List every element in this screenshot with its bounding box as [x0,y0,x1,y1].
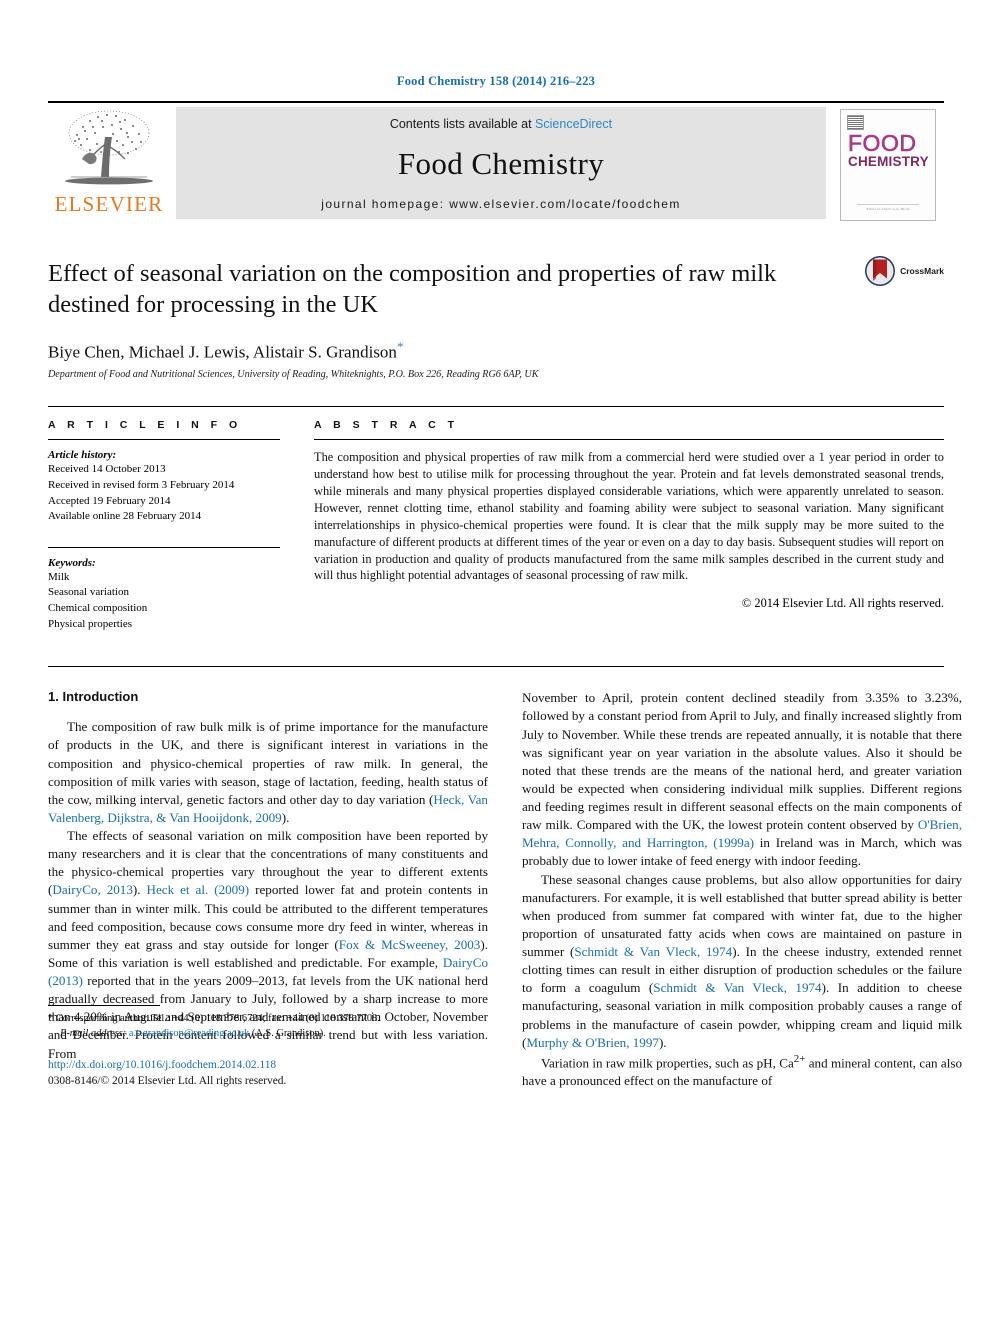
footnote-text: Corresponding author. Tel.: +44 (0) 118 … [55,1012,380,1024]
crossmark-badge[interactable]: CrossMark [864,255,944,287]
journal-homepage-link[interactable]: journal homepage: www.elsevier.com/locat… [321,197,681,211]
left-column: 1. Introduction The composition of raw b… [48,689,488,1090]
body-region: 1. Introduction The composition of raw b… [48,666,962,1090]
cover-stamp-icon [847,115,864,130]
citation-link[interactable]: Murphy & O'Brien, 1997 [526,1035,659,1050]
doi-block: http://dx.doi.org/10.1016/j.foodchem.201… [48,1058,488,1090]
body-paragraph: November to April, protein content decli… [522,689,962,870]
crossmark-icon [865,256,896,286]
footnote-zone: * Corresponding author. Tel.: +44 (0) 11… [48,1004,488,1090]
article-info-heading: A R T I C L E I N F O [48,419,242,432]
journal-masthead: ELSEVIER Contents lists available at Sci… [48,101,944,225]
body-paragraph: These seasonal changes cause problems, b… [522,871,962,1052]
corresponding-author-marker: * [396,338,404,354]
elsevier-wordmark: ELSEVIER [54,192,164,216]
paragraph-text: Variation in raw milk properties, such a… [541,1055,794,1071]
paragraph-text: The composition of raw bulk milk is of p… [48,719,488,807]
section-heading-introduction: 1. Introduction [48,689,139,705]
abstract-column: A B S T R A C T The composition and phys… [314,419,944,632]
history-online: Available online 28 February 2014 [48,510,202,523]
citation-link[interactable]: Heck et al. (2009) [147,882,250,897]
right-column-paragraphs: November to April, protein content decli… [522,689,962,1090]
keywords-label: Keywords: [48,556,96,569]
elsevier-tree-icon [65,110,153,185]
article-info-column: A R T I C L E I N F O Article history: R… [48,419,280,632]
cover-footer-text: Editor-in-Chief: G.G. Birch [857,204,919,211]
keywords-block: Keywords: Milk Seasonal variation Chemic… [48,557,280,632]
keyword-item: Seasonal variation [48,586,129,599]
abstract-heading: A B S T R A C T [314,419,459,432]
citation-link[interactable]: Schmidt & Van Vleck, 1974 [653,980,821,995]
citation-link[interactable]: Schmidt & Van Vleck, 1974 [574,944,732,959]
body-paragraph: Variation in raw milk properties, such a… [522,1052,962,1091]
cover-chemistry-word: CHEMISTRY [848,154,929,169]
email-link[interactable]: a.s.grandison@reading.ac.uk [129,1028,249,1039]
article-history-label: Article history: [48,449,117,462]
divider [48,439,280,441]
author-names: Biye Chen, Michael J. Lewis, Alistair S.… [48,342,397,362]
page-title: Effect of seasonal variation on the comp… [48,260,777,318]
history-revised: Received in revised form 3 February 2014 [48,478,235,491]
journal-cover-thumbnail: FOOD CHEMISTRY Editor-in-Chief: G.G. Bir… [832,103,944,225]
email-owner: (A.S. Grandison). [251,1027,326,1039]
contents-prefix: Contents lists available at [389,117,536,131]
masthead-center-panel: Contents lists available at ScienceDirec… [176,107,826,219]
cover-image: FOOD CHEMISTRY Editor-in-Chief: G.G. Bir… [840,109,936,221]
copyright-line: © 2014 Elsevier Ltd. All rights reserved… [741,596,944,611]
right-column: November to April, protein content decli… [522,689,962,1090]
issn-copyright-line: 0308-8146/© 2014 Elsevier Ltd. All right… [48,1075,287,1088]
sciencedirect-link[interactable]: ScienceDirect [535,117,612,131]
doi-link[interactable]: http://dx.doi.org/10.1016/j.foodchem.201… [48,1058,488,1074]
paragraph-text: November to April, protein content decli… [522,690,962,833]
divider [48,546,280,548]
footnote-rule [48,1004,160,1006]
corresponding-author-footnote: * Corresponding author. Tel.: +44 (0) 11… [48,1012,488,1027]
abstract-text: The composition and physical properties … [314,450,944,583]
paragraph-text: 2+ [793,1052,806,1065]
publisher-logo: ELSEVIER [48,103,170,225]
paragraph-text: ). [132,882,147,898]
body-paragraph: The composition of raw bulk milk is of p… [48,718,488,827]
history-accepted: Accepted 19 February 2014 [48,494,171,507]
footnote-marker: * [48,1012,54,1024]
keyword-item: Chemical composition [48,602,148,615]
paper-page: Food Chemistry 158 (2014) 216–223 ELSEVI… [0,0,992,1323]
keyword-item: Milk [48,570,70,583]
paragraph-text: ). [658,1034,667,1050]
email-label: E-mail address: [60,1027,127,1039]
paragraph-text: ). [281,809,290,825]
author-list: Biye Chen, Michael J. Lewis, Alistair S.… [48,339,944,363]
cover-food-word: FOOD [848,130,917,156]
title-block: Effect of seasonal variation on the comp… [48,225,944,380]
divider [314,439,944,441]
journal-title: Food Chemistry [397,145,605,181]
affiliation: Department of Food and Nutritional Scien… [48,369,539,381]
history-received: Received 14 October 2013 [48,463,166,476]
running-head: Food Chemistry 158 (2014) 216–223 [396,74,596,88]
contents-available-line: Contents lists available at ScienceDirec… [390,117,612,131]
citation-link[interactable]: Fox & McSweeney, 2003 [339,937,481,952]
info-abstract-region: A R T I C L E I N F O Article history: R… [48,406,944,632]
crossmark-label: CrossMark [900,266,944,276]
email-footnote: E-mail address: a.s.grandison@reading.ac… [48,1027,488,1042]
keyword-item: Physical properties [48,617,133,630]
citation-link[interactable]: DairyCo, 2013 [52,882,133,897]
